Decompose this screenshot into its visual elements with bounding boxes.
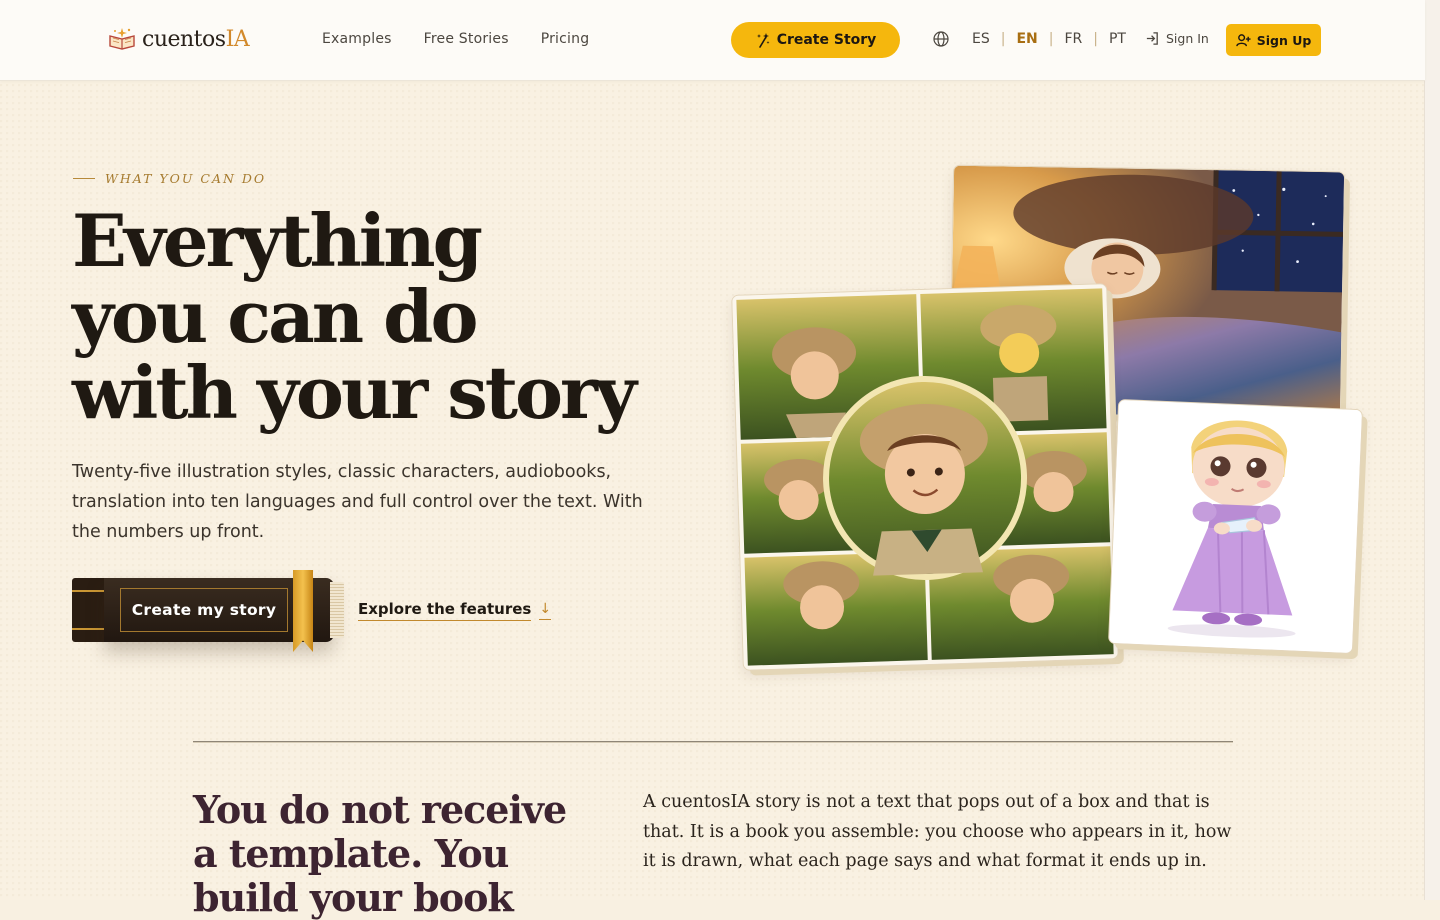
book-logo-icon — [109, 28, 135, 50]
explore-features-link[interactable]: Explore the features ↓ — [358, 600, 552, 621]
lang-pt[interactable]: PT — [1098, 31, 1137, 47]
lang-fr[interactable]: FR — [1053, 31, 1093, 47]
section-title: You do not receive a template. You build… — [193, 787, 567, 920]
main-nav: Examples Free Stories Pricing — [322, 31, 589, 47]
create-my-story-label: Create my story — [131, 601, 277, 619]
scrollbar[interactable] — [1424, 0, 1440, 900]
hero-subtitle: Twenty-five illustration styles, classic… — [72, 462, 643, 542]
sign-up-button[interactable]: Sign Up — [1226, 24, 1321, 56]
language-switcher: ES | EN | FR | PT — [933, 31, 1137, 47]
nav-free-stories[interactable]: Free Stories — [424, 31, 509, 47]
section-divider — [193, 741, 1233, 742]
create-story-label: Create Story — [776, 32, 877, 48]
arrow-down-icon: ↓ — [539, 601, 552, 620]
collage-illustration — [732, 284, 1118, 670]
book-spine — [72, 578, 106, 642]
sparkle-icon — [756, 33, 770, 48]
princess-doll-image — [1109, 400, 1362, 653]
create-story-button[interactable]: Create Story — [731, 22, 900, 58]
bookmark-ribbon — [293, 570, 313, 652]
globe-icon — [933, 31, 949, 47]
book-frame: Create my story — [120, 588, 288, 632]
lang-es[interactable]: ES — [961, 31, 1001, 47]
site-header: cuentosIA Examples Free Stories Pricing … — [0, 0, 1425, 81]
hero-title-line: with your story — [72, 350, 637, 435]
sign-in-label: Sign In — [1166, 31, 1209, 46]
nav-pricing[interactable]: Pricing — [541, 31, 590, 47]
logo-accent: IA — [225, 26, 250, 52]
hero-title-line: you can do — [72, 274, 479, 359]
hero-title-line: Everything — [72, 198, 483, 283]
section-text: A cuentosIA story is not a text that pop… — [643, 792, 1232, 871]
sign-in-icon — [1146, 32, 1158, 45]
explorer-child-collage-image — [732, 284, 1118, 670]
doll-illustration — [1109, 400, 1362, 653]
sign-in-link[interactable]: Sign In — [1145, 31, 1209, 46]
lang-en[interactable]: EN — [1005, 31, 1048, 47]
eyebrow-text: WHAT YOU CAN DO — [105, 171, 267, 186]
user-plus-icon — [1235, 33, 1251, 46]
hero-eyebrow: WHAT YOU CAN DO — [73, 171, 266, 186]
create-my-story-button[interactable]: Create my story — [72, 570, 347, 656]
sign-up-label: Sign Up — [1256, 32, 1312, 48]
logo-link[interactable]: cuentosIA — [108, 26, 250, 52]
eyebrow-line — [73, 178, 95, 179]
hero-title: Everything you can do with your story — [72, 198, 637, 435]
book-pages — [330, 582, 344, 638]
nav-examples[interactable]: Examples — [322, 31, 392, 47]
explore-features-label: Explore the features — [358, 600, 532, 621]
logo-text: cuentosIA — [142, 26, 250, 52]
